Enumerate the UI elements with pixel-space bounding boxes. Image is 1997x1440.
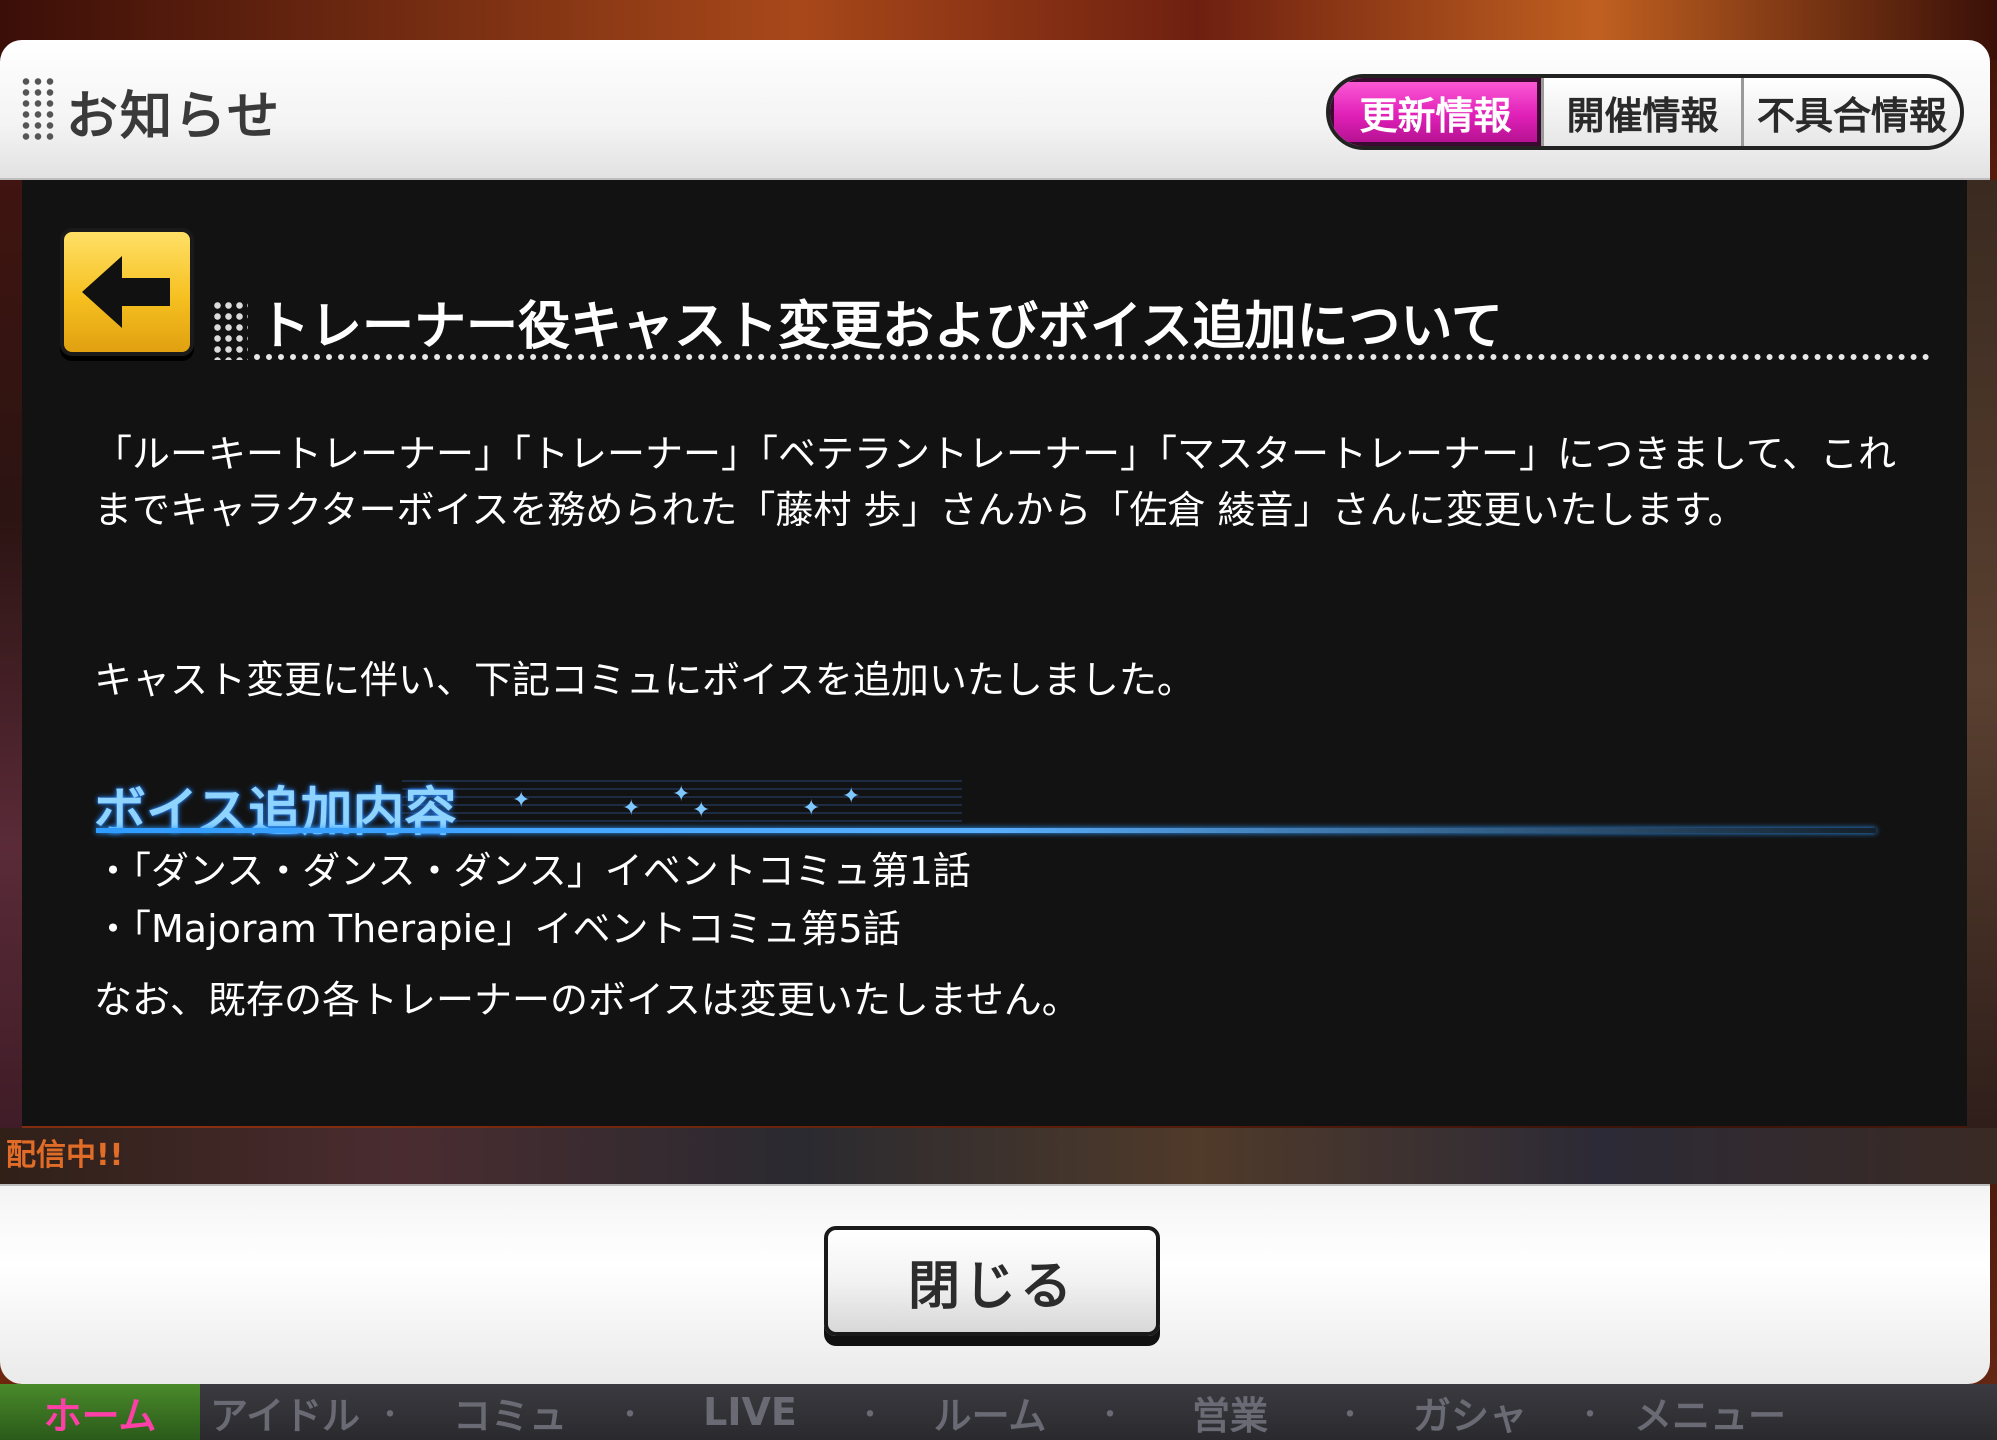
nav-item-idol[interactable]: アイドル: [200, 1384, 370, 1440]
nav-item-menu[interactable]: メニュー: [1610, 1384, 1810, 1440]
nav-item-commu[interactable]: コミュ: [410, 1384, 610, 1440]
title-dots-icon: [212, 300, 248, 360]
nav-item-business[interactable]: 営業: [1130, 1384, 1330, 1440]
background-art-right: [1967, 180, 1997, 1180]
notice-title: トレーナー役キャスト変更およびボイス追加について: [258, 297, 1503, 357]
nav-separator: ・: [1575, 1398, 1605, 1433]
tab-event-info[interactable]: 開催情報: [1544, 78, 1744, 146]
notice-note: なお、既存の各トレーナーのボイスは変更いたしません。: [94, 978, 1080, 1022]
close-button[interactable]: 閉じる: [824, 1226, 1160, 1336]
background-art-strip: [0, 1128, 1997, 1184]
notice-content-panel: トレーナー役キャスト変更およびボイス追加について 「ルーキートレーナー」「トレー…: [22, 180, 1967, 1126]
section-divider: [96, 828, 1876, 833]
notice-paragraph-2: キャスト変更に伴い、下記コミュにボイスを追加いたしました。: [94, 658, 1195, 702]
list-item: ・「Majoram Therapie」イベントコミュ第5話: [94, 907, 901, 951]
grip-dots-icon: [20, 76, 56, 142]
nav-item-room[interactable]: ルーム: [890, 1384, 1090, 1440]
nav-item-home[interactable]: ホーム: [0, 1384, 200, 1440]
nav-separator: ・: [1335, 1398, 1365, 1433]
dialog-footer: 閉じる: [0, 1184, 1990, 1384]
title-underline: [254, 354, 1930, 360]
dialog-title: お知らせ: [66, 87, 281, 147]
bottom-nav: ホーム アイドル ・ コミュ ・ LIVE ・ ルーム ・ 営業 ・ ガシャ ・…: [0, 1384, 1997, 1440]
arrow-left-icon: [82, 256, 170, 328]
nav-separator: ・: [855, 1398, 885, 1433]
nav-item-live[interactable]: LIVE: [650, 1384, 850, 1440]
dialog-header: お知らせ 更新情報 開催情報 不具合情報: [0, 40, 1990, 180]
background-art-left: [0, 180, 22, 1180]
nav-item-gacha[interactable]: ガシャ: [1370, 1384, 1570, 1440]
nav-separator: ・: [1095, 1398, 1125, 1433]
back-button[interactable]: [60, 228, 194, 356]
list-item: ・「ダンス・ダンス・ダンス」イベントコミュ第1話: [94, 849, 971, 893]
background-strip-text: 配信中!!: [6, 1138, 124, 1173]
nav-separator: ・: [615, 1398, 645, 1433]
voice-addition-list: ・「ダンス・ダンス・ダンス」イベントコミュ第1話 ・「Majoram Thera…: [94, 842, 1924, 958]
section-heading: ボイス追加内容: [94, 783, 457, 843]
notice-paragraph-1: 「ルーキートレーナー」「トレーナー」「ベテラントレーナー」「マスタートレーナー」…: [94, 432, 1896, 532]
tab-update-info[interactable]: 更新情報: [1330, 78, 1544, 146]
nav-separator: ・: [375, 1398, 405, 1433]
notice-tabs: 更新情報 開催情報 不具合情報: [1326, 74, 1964, 150]
tab-bug-info[interactable]: 不具合情報: [1744, 78, 1960, 146]
sparkle-decoration: ✦ ✦ ✦ ✦ ✦ ✦: [402, 780, 962, 830]
